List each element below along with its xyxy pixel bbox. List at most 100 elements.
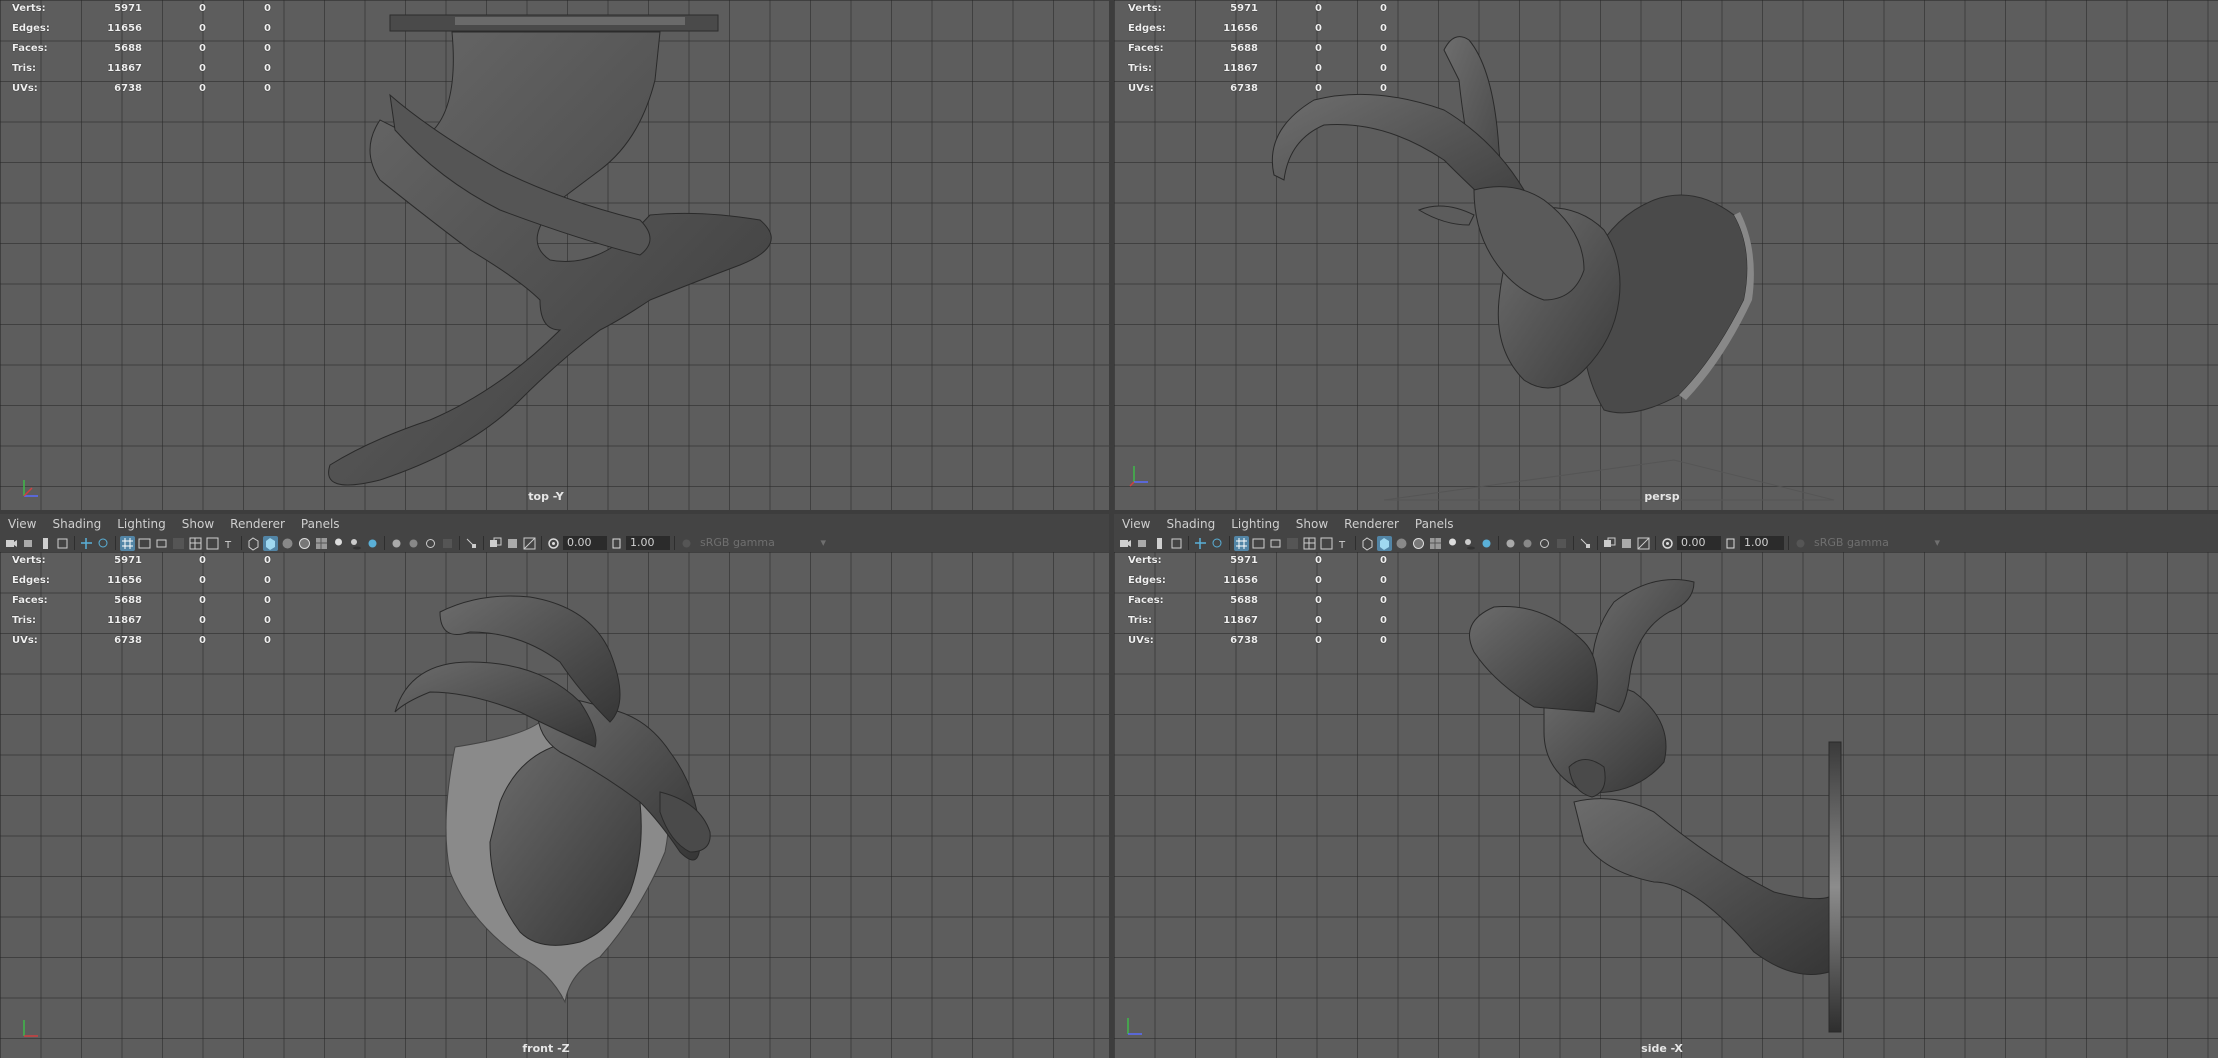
gate-mask-icon[interactable] <box>1285 536 1300 551</box>
toolbar-separator <box>674 536 675 550</box>
menu-show[interactable]: Show <box>174 517 222 531</box>
film-gate-icon[interactable] <box>137 536 152 551</box>
gamma-field[interactable]: 1.00 <box>626 536 670 550</box>
menu-panels[interactable]: Panels <box>1407 517 1462 531</box>
frame-icon[interactable] <box>505 536 520 551</box>
isolate-icon[interactable] <box>1578 536 1593 551</box>
menu-panels[interactable]: Panels <box>293 517 348 531</box>
lights-icon[interactable] <box>331 536 346 551</box>
toolbar-separator <box>1229 536 1230 550</box>
lights-icon[interactable] <box>1445 536 1460 551</box>
menu-view[interactable]: View <box>0 517 44 531</box>
gamma-icon[interactable] <box>609 536 624 551</box>
ruler-icon[interactable] <box>522 536 537 551</box>
move-camera-icon[interactable] <box>1193 536 1208 551</box>
default-material-icon[interactable] <box>1394 536 1409 551</box>
ambient-occlusion-icon[interactable] <box>1479 536 1494 551</box>
image-plane-icon[interactable] <box>1169 536 1184 551</box>
toolbar-separator <box>241 536 242 550</box>
exposure-icon[interactable] <box>546 536 561 551</box>
camera-attributes-icon[interactable] <box>21 536 36 551</box>
gamma-field[interactable]: 1.00 <box>1740 536 1784 550</box>
hud-row-uvs: UVs: 6738 0 0 <box>12 83 271 94</box>
ambient-occlusion-icon[interactable] <box>365 536 380 551</box>
panel-menubar-side: View Shading Lighting Show Renderer Pane… <box>1114 514 2218 534</box>
camera-label-persp: persp <box>1644 490 1680 503</box>
depth-of-field-icon[interactable] <box>1520 536 1535 551</box>
safe-title-icon[interactable]: T <box>222 536 237 551</box>
xray-icon[interactable] <box>440 536 455 551</box>
resolution-gate-icon[interactable] <box>1268 536 1283 551</box>
safe-title-icon[interactable]: T <box>1336 536 1351 551</box>
wireframe-icon[interactable] <box>246 536 261 551</box>
field-chart-icon[interactable] <box>188 536 203 551</box>
toolbar-separator <box>1355 536 1356 550</box>
bookmark-icon[interactable] <box>1152 536 1167 551</box>
menu-lighting[interactable]: Lighting <box>109 517 174 531</box>
wireframe-on-shaded-icon[interactable] <box>297 536 312 551</box>
color-management-icon[interactable] <box>679 536 694 551</box>
antialias-icon[interactable] <box>389 536 404 551</box>
menu-view[interactable]: View <box>1114 517 1158 531</box>
camera-attributes-icon[interactable] <box>1135 536 1150 551</box>
exposure-field[interactable]: 0.00 <box>1677 536 1721 550</box>
film-gate-icon[interactable] <box>1251 536 1266 551</box>
copy-icon[interactable] <box>488 536 503 551</box>
pan-icon[interactable] <box>96 536 111 551</box>
wireframe-icon[interactable] <box>1360 536 1375 551</box>
bookmark-icon[interactable] <box>38 536 53 551</box>
menu-lighting[interactable]: Lighting <box>1223 517 1288 531</box>
toolbar-separator <box>1655 536 1656 550</box>
menu-renderer[interactable]: Renderer <box>222 517 293 531</box>
toolbar-separator <box>74 536 75 550</box>
xray-icon[interactable] <box>1554 536 1569 551</box>
ruler-icon[interactable] <box>1636 536 1651 551</box>
svg-text:T: T <box>224 540 232 551</box>
gamma-icon[interactable] <box>1723 536 1738 551</box>
camera-icon[interactable] <box>1118 536 1133 551</box>
safe-action-icon[interactable] <box>1319 536 1334 551</box>
move-camera-icon[interactable] <box>79 536 94 551</box>
smooth-shade-icon[interactable] <box>263 535 278 551</box>
axis-gizmo-icon <box>1129 466 1148 487</box>
safe-action-icon[interactable] <box>205 536 220 551</box>
hud-row-uvs: UVs: 6738 0 0 <box>1128 635 1387 646</box>
hud-row-verts: Verts: 5971 0 0 <box>1128 555 1387 566</box>
grid-icon[interactable] <box>1234 535 1249 551</box>
textured-icon[interactable] <box>314 536 329 551</box>
menu-renderer[interactable]: Renderer <box>1336 517 1407 531</box>
resolution-gate-icon[interactable] <box>154 536 169 551</box>
toolbar-separator <box>1498 536 1499 550</box>
pan-icon[interactable] <box>1210 536 1225 551</box>
antialias-icon[interactable] <box>1503 536 1518 551</box>
copy-icon[interactable] <box>1602 536 1617 551</box>
image-plane-icon[interactable] <box>55 536 70 551</box>
motion-blur-icon[interactable] <box>423 536 438 551</box>
exposure-field[interactable]: 0.00 <box>563 536 607 550</box>
grid-icon[interactable] <box>120 535 135 551</box>
wireframe-on-shaded-icon[interactable] <box>1411 536 1426 551</box>
color-space-dropdown[interactable]: sRGB gamma ▾ <box>696 536 830 550</box>
hud-poly-count-side: Verts: 5971 0 0 Edges: 11656 0 0 Faces: 5688 0 0 … <box>1116 551 1387 651</box>
motion-blur-icon[interactable] <box>1537 536 1552 551</box>
camera-label-top: top -Y <box>528 490 564 503</box>
default-material-icon[interactable] <box>280 536 295 551</box>
gate-mask-icon[interactable] <box>171 536 186 551</box>
hud-poly-count-persp: Verts: 5971 0 0 Edges: 11656 0 0 Faces: 5688 0 0 … <box>1116 0 1387 99</box>
menu-shading[interactable]: Shading <box>1158 517 1223 531</box>
shadows-icon[interactable] <box>1462 536 1477 551</box>
color-management-icon[interactable] <box>1793 536 1808 551</box>
camera-icon[interactable] <box>4 536 19 551</box>
field-chart-icon[interactable] <box>1302 536 1317 551</box>
shadows-icon[interactable] <box>348 536 363 551</box>
frame-icon[interactable] <box>1619 536 1634 551</box>
menu-show[interactable]: Show <box>1288 517 1336 531</box>
menu-shading[interactable]: Shading <box>44 517 109 531</box>
hud-row-tris: Tris: 11867 0 0 <box>1128 615 1387 626</box>
color-space-dropdown[interactable]: sRGB gamma ▾ <box>1810 536 1944 550</box>
textured-icon[interactable] <box>1428 536 1443 551</box>
isolate-icon[interactable] <box>464 536 479 551</box>
depth-of-field-icon[interactable] <box>406 536 421 551</box>
exposure-icon[interactable] <box>1660 536 1675 551</box>
smooth-shade-icon[interactable] <box>1377 535 1392 551</box>
